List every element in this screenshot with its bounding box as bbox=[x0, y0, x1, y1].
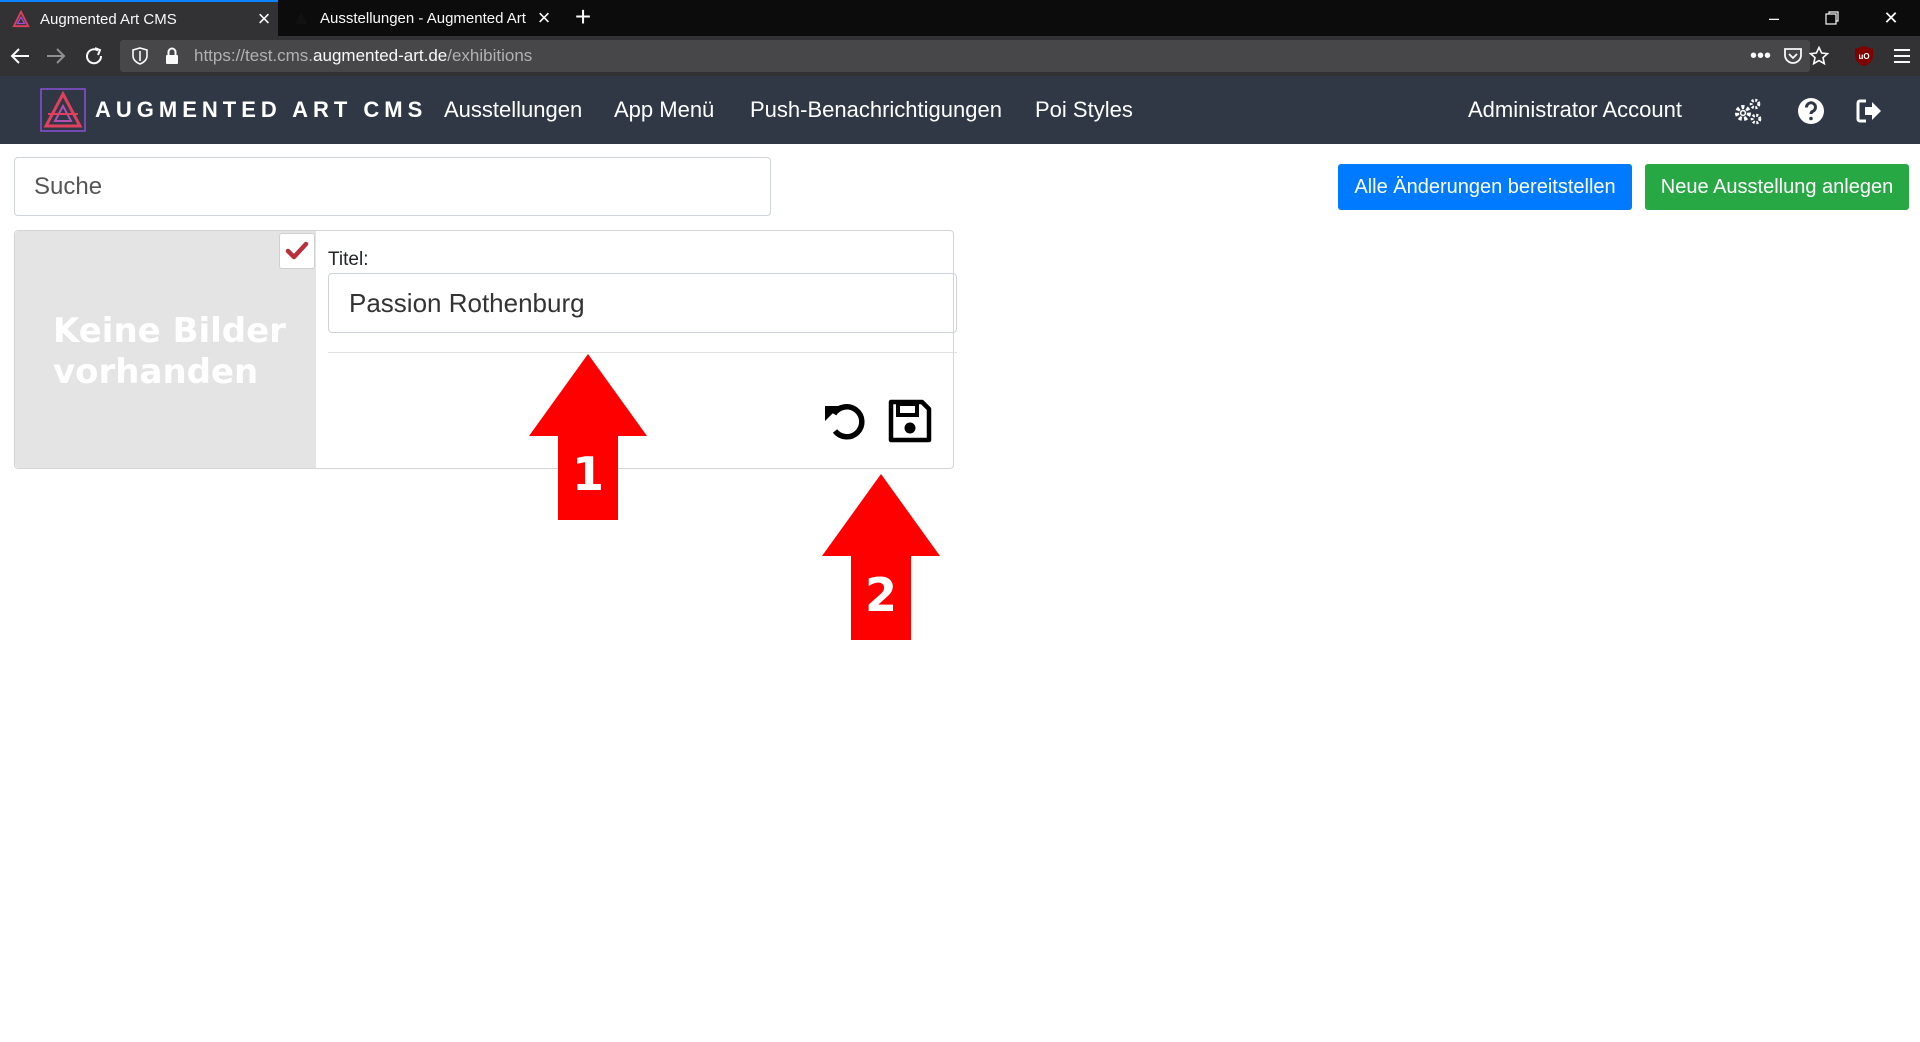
publish-checkbox[interactable] bbox=[279, 233, 315, 269]
bookmark-star-icon[interactable] bbox=[1809, 46, 1829, 66]
augmented-art-favicon-icon bbox=[294, 11, 308, 25]
deploy-all-changes-button[interactable]: Alle Änderungen bereitstellen bbox=[1338, 164, 1632, 210]
close-tab-icon[interactable]: × bbox=[530, 7, 558, 29]
nav-item-app-menu[interactable]: App Menü bbox=[614, 76, 714, 144]
browser-tab-active[interactable]: Augmented Art CMS × bbox=[0, 0, 278, 36]
restore-icon[interactable] bbox=[1803, 0, 1861, 36]
tracking-shield-icon[interactable] bbox=[130, 46, 150, 66]
browser-tab-inactive[interactable]: Ausstellungen - Augmented Art × bbox=[280, 0, 558, 36]
pocket-icon[interactable] bbox=[1783, 47, 1803, 65]
tab-title: Ausstellungen - Augmented Art bbox=[320, 9, 526, 27]
lock-icon[interactable] bbox=[164, 46, 180, 66]
nav-item-ausstellungen[interactable]: Ausstellungen bbox=[444, 76, 582, 144]
search-input[interactable]: Suche bbox=[14, 157, 771, 216]
augmented-art-logo-icon[interactable] bbox=[40, 88, 86, 132]
nav-item-push-notifications[interactable]: Push-Benachrichtigungen bbox=[750, 76, 1002, 144]
undo-icon[interactable] bbox=[822, 397, 870, 445]
annotation-label-1: 1 bbox=[571, 447, 604, 501]
create-exhibition-button[interactable]: Neue Ausstellung anlegen bbox=[1645, 164, 1909, 210]
tab-title: Augmented Art CMS bbox=[40, 10, 177, 28]
browser-tab-bar: Augmented Art CMS × Ausstellungen - Augm… bbox=[0, 0, 1920, 36]
reload-icon[interactable] bbox=[78, 40, 110, 72]
url-prefix: https://test.cms. bbox=[194, 46, 314, 65]
no-images-text: Keine Bilder vorhanden bbox=[53, 311, 286, 392]
hamburger-menu-icon[interactable] bbox=[1886, 40, 1918, 72]
annotation-label-2: 2 bbox=[864, 568, 897, 622]
url-path: /exhibitions bbox=[447, 46, 533, 65]
new-tab-icon[interactable]: + bbox=[568, 2, 598, 34]
svg-text:uO: uO bbox=[1858, 52, 1869, 61]
title-input[interactable]: Passion Rothenburg bbox=[328, 273, 957, 333]
cogs-icon[interactable] bbox=[1732, 96, 1762, 126]
nav-item-poi-styles[interactable]: Poi Styles bbox=[1035, 76, 1133, 144]
ublock-origin-icon[interactable]: uO bbox=[1852, 44, 1876, 68]
image-placeholder: Keine Bilder vorhanden bbox=[15, 231, 316, 468]
url-text[interactable]: https://test.cms.augmented-art.de/exhibi… bbox=[194, 40, 532, 72]
checkmark-icon bbox=[285, 241, 309, 260]
url-bar[interactable]: https://test.cms.augmented-art.de/exhibi… bbox=[120, 40, 1829, 72]
augmented-art-favicon-icon bbox=[12, 10, 30, 28]
save-icon[interactable] bbox=[886, 397, 934, 445]
page-actions-icon[interactable]: ••• bbox=[1750, 40, 1771, 72]
browser-nav-bar: https://test.cms.augmented-art.de/exhibi… bbox=[0, 36, 1920, 76]
app-navbar: AUGMENTED ART CMS Ausstellungen App Menü… bbox=[0, 76, 1920, 144]
question-circle-icon[interactable] bbox=[1796, 96, 1826, 126]
url-host: augmented-art.de bbox=[313, 46, 448, 65]
minimize-icon[interactable]: – bbox=[1745, 0, 1803, 36]
account-link[interactable]: Administrator Account bbox=[1468, 76, 1682, 144]
sign-out-icon[interactable] bbox=[1854, 96, 1884, 126]
close-tab-icon[interactable]: × bbox=[250, 8, 278, 30]
exhibition-card: Keine Bilder vorhanden Titel: Passion Ro… bbox=[14, 230, 957, 469]
forward-icon[interactable] bbox=[40, 40, 72, 72]
close-window-icon[interactable]: ✕ bbox=[1862, 0, 1920, 36]
title-label: Titel: bbox=[328, 249, 369, 270]
brand-title[interactable]: AUGMENTED ART CMS bbox=[95, 76, 427, 144]
back-icon[interactable] bbox=[4, 40, 36, 72]
